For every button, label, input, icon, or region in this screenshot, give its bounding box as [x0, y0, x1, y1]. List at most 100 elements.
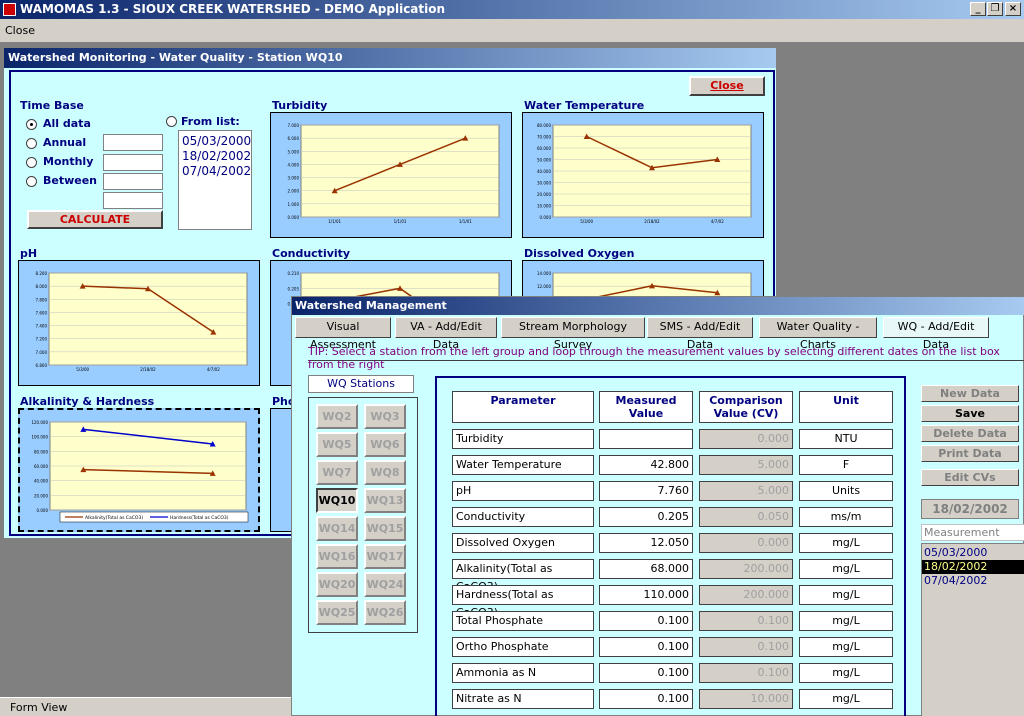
measurement-dates-list[interactable]: 05/03/2000 18/02/2002 07/04/2002: [921, 543, 1024, 716]
y-tick-label: 3.000: [288, 176, 300, 181]
station-button-wq2[interactable]: WQ2: [316, 404, 358, 429]
time-base-label: Time Base: [20, 99, 84, 112]
app-logo-icon: [3, 3, 16, 16]
measured-value-input[interactable]: 110.000: [599, 585, 693, 605]
station-button-wq10[interactable]: WQ10: [316, 488, 358, 513]
app-title-bar: WAMOMAS 1.3 - SIOUX CREEK WATERSHED - DE…: [0, 0, 1024, 19]
y-tick-label: 2.000: [288, 189, 300, 194]
measured-value-input[interactable]: 68.000: [599, 559, 693, 579]
parameter-cell: Ortho Phosphate: [452, 637, 594, 657]
from-list-label: From list:: [181, 115, 240, 128]
measured-value-input[interactable]: 12.050: [599, 533, 693, 553]
menu-item-close[interactable]: Close: [5, 24, 35, 37]
measured-value-input[interactable]: 0.100: [599, 689, 693, 709]
y-tick-label: 40.000: [537, 169, 551, 174]
x-tick-label: 2/18/02: [644, 219, 660, 224]
tab-visual-assessment[interactable]: Visual Assessment: [295, 317, 391, 351]
x-tick-label: 2/18/02: [140, 367, 156, 372]
alkalinity-hardness-chart[interactable]: 0.000 20.000 40.000 60.000 80.000 100.000 120.…: [18, 408, 260, 532]
station-button-wq15[interactable]: WQ15: [364, 516, 406, 541]
measured-value-input[interactable]: 0.205: [599, 507, 693, 527]
station-button-wq16[interactable]: WQ16: [316, 544, 358, 569]
tab-sms-add-edit[interactable]: SMS - Add/Edit Data: [647, 317, 753, 351]
radio-all-data[interactable]: [26, 119, 37, 130]
radio-from-list[interactable]: [166, 116, 177, 127]
station-button-wq24[interactable]: WQ24: [364, 572, 406, 597]
tab-stream-morphology[interactable]: Stream Morphology Survey: [501, 317, 645, 351]
measured-value-input[interactable]: 0.100: [599, 611, 693, 631]
station-button-wq17[interactable]: WQ17: [364, 544, 406, 569]
delete-data-button[interactable]: Delete Data: [921, 425, 1019, 442]
measured-value-input[interactable]: 0.100: [599, 637, 693, 657]
new-data-button[interactable]: New Data: [921, 385, 1019, 402]
station-button-wq20[interactable]: WQ20: [316, 572, 358, 597]
date-list[interactable]: 05/03/2000 18/02/2002 07/04/2002: [178, 130, 252, 230]
save-button[interactable]: Save: [921, 405, 1019, 422]
close-window-button[interactable]: ×: [1005, 2, 1021, 16]
parameter-cell: Water Temperature: [452, 455, 594, 475]
calculate-button[interactable]: CALCULATE: [27, 210, 163, 229]
monthly-input[interactable]: [103, 154, 163, 171]
measurement-dates-label: Measurement Dates: [921, 524, 1024, 554]
measured-value-input[interactable]: 42.800: [599, 455, 693, 475]
station-button-wq25[interactable]: WQ25: [316, 600, 358, 625]
tab-water-quality-charts[interactable]: Water Quality - Charts: [759, 317, 877, 351]
y-tick-label: 80.000: [537, 123, 551, 128]
close-button[interactable]: Close: [689, 76, 765, 96]
print-data-button[interactable]: Print Data: [921, 445, 1019, 462]
list-item[interactable]: 07/04/2002: [182, 164, 251, 179]
list-item[interactable]: 18/02/2002: [922, 560, 1024, 574]
y-tick-label: 6.000: [288, 136, 300, 141]
station-button-wq26[interactable]: WQ26: [364, 600, 406, 625]
restore-button[interactable]: ❐: [987, 2, 1003, 16]
radio-annual[interactable]: [26, 138, 37, 149]
measured-value-input[interactable]: 0.100: [599, 663, 693, 683]
tab-wq-add-edit[interactable]: WQ - Add/Edit Data: [883, 317, 989, 351]
y-tick-label: 8.200: [36, 271, 48, 276]
plot-area: [300, 124, 500, 218]
x-tick-label: 5/3/00: [580, 219, 593, 224]
unit-cell: mg/L: [799, 689, 893, 709]
station-button-wq14[interactable]: WQ14: [316, 516, 358, 541]
parameter-cell: Alkalinity(Total as CaCO3): [452, 559, 594, 593]
y-tick-label: 0.210: [288, 271, 300, 276]
radio-between[interactable]: [26, 176, 37, 187]
station-button-wq13[interactable]: WQ13: [364, 488, 406, 513]
list-item[interactable]: 05/03/2000: [922, 546, 1024, 560]
y-tick-label: 12.000: [537, 284, 551, 289]
unit-cell: F: [799, 455, 893, 475]
between-to-input[interactable]: [103, 192, 163, 209]
station-button-wq8[interactable]: WQ8: [364, 460, 406, 485]
list-item[interactable]: 05/03/2000: [182, 134, 251, 149]
y-tick-label: 10.000: [537, 204, 551, 209]
parameter-cell: Conductivity: [452, 507, 594, 527]
edit-cvs-button[interactable]: Edit CVs: [921, 469, 1019, 486]
temperature-chart[interactable]: 0.000 10.000 20.000 30.000 40.000 50.000 60.00…: [522, 112, 764, 238]
measured-value-input[interactable]: 7.760: [599, 481, 693, 501]
measured-value-input[interactable]: [599, 429, 693, 449]
list-item[interactable]: 07/04/2002: [922, 574, 1024, 588]
list-item[interactable]: 18/02/2002: [182, 149, 251, 164]
x-tick-label: 4/7/02: [207, 367, 220, 372]
station-button-wq5[interactable]: WQ5: [316, 432, 358, 457]
management-form-title: Watershed Management: [292, 297, 1024, 315]
comparison-value-cell: 0.000: [699, 533, 793, 553]
minimize-button[interactable]: _: [970, 2, 986, 16]
unit-cell: mg/L: [799, 663, 893, 683]
tab-va-add-edit[interactable]: VA - Add/Edit Data: [395, 317, 497, 351]
annual-input[interactable]: [103, 134, 163, 151]
radio-monthly[interactable]: [26, 157, 37, 168]
header-parameter: Parameter: [452, 391, 594, 423]
y-tick-label: 70.000: [537, 135, 551, 140]
turbidity-chart[interactable]: 0.000 1.000 2.000 3.000 4.000 5.000 6.000 7.000…: [270, 112, 512, 238]
between-from-input[interactable]: [103, 173, 163, 190]
y-tick-label: 14.000: [537, 271, 551, 276]
header-comparison: Comparison Value (CV): [699, 391, 793, 423]
comparison-value-cell: 0.050: [699, 507, 793, 527]
station-button-wq3[interactable]: WQ3: [364, 404, 406, 429]
ph-chart[interactable]: 6.800 7.000 7.200 7.400 7.600 7.800 8.000 8.200…: [18, 260, 260, 386]
y-tick-label: 7.600: [36, 310, 48, 315]
station-button-wq6[interactable]: WQ6: [364, 432, 406, 457]
station-button-wq7[interactable]: WQ7: [316, 460, 358, 485]
parameter-cell: Turbidity: [452, 429, 594, 449]
